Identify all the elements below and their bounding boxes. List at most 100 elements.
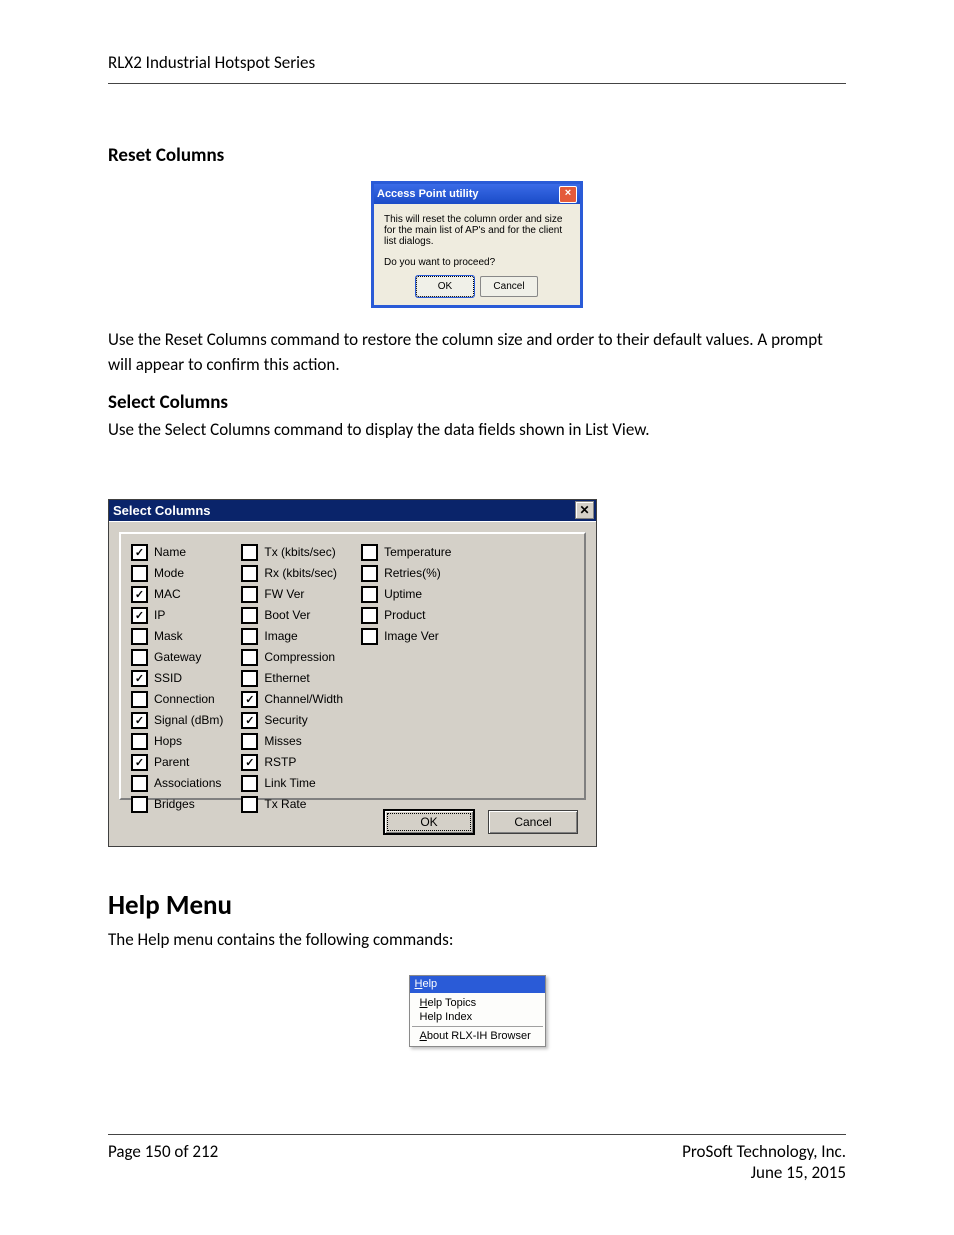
checkbox-compression[interactable]: Compression xyxy=(241,649,343,666)
checkbox-icon[interactable]: ✓ xyxy=(131,544,148,561)
checkbox-gateway[interactable]: Gateway xyxy=(131,649,223,666)
checkbox-tx-rate[interactable]: Tx Rate xyxy=(241,796,343,813)
checkbox-icon[interactable] xyxy=(241,796,258,813)
footer-company: ProSoft Technology, Inc. xyxy=(682,1141,846,1162)
checkbox-ip[interactable]: ✓ IP xyxy=(131,607,223,624)
checkbox-icon[interactable] xyxy=(131,775,148,792)
checkbox-icon[interactable]: ✓ xyxy=(131,754,148,771)
checkbox-temperature[interactable]: Temperature xyxy=(361,544,451,561)
ok-button[interactable]: OK xyxy=(416,276,474,297)
checkbox-hops[interactable]: Hops xyxy=(131,733,223,750)
footer-page: Page 150 of 212 xyxy=(108,1141,218,1183)
checkbox-tx-kbits-sec-[interactable]: Tx (kbits/sec) xyxy=(241,544,343,561)
checkbox-icon[interactable]: ✓ xyxy=(241,754,258,771)
checkbox-column-3: Temperature Retries(%) Uptime Product Image … xyxy=(361,544,451,776)
checkbox-icon[interactable] xyxy=(361,565,378,582)
menu-separator xyxy=(412,1026,543,1027)
help-menu-title[interactable]: Help xyxy=(410,976,545,993)
checkbox-retries-[interactable]: Retries(%) xyxy=(361,565,451,582)
checkbox-label: Image xyxy=(264,629,297,643)
cancel-button[interactable]: Cancel xyxy=(480,276,538,297)
checkbox-icon[interactable] xyxy=(241,544,258,561)
checkbox-label: Hops xyxy=(154,734,182,748)
checkbox-mode[interactable]: Mode xyxy=(131,565,223,582)
checkbox-product[interactable]: Product xyxy=(361,607,451,624)
checkbox-icon[interactable] xyxy=(361,607,378,624)
checkbox-label: Name xyxy=(154,545,186,559)
menu-item-help-topics[interactable]: Help Topics xyxy=(410,996,545,1010)
checkbox-label: FW Ver xyxy=(264,587,304,601)
checkbox-ssid[interactable]: ✓SSID xyxy=(131,670,223,687)
checkbox-label: Link Time xyxy=(264,776,315,790)
checkbox-icon[interactable] xyxy=(131,691,148,708)
checkbox-image[interactable]: Image xyxy=(241,628,343,645)
checkbox-icon[interactable] xyxy=(361,586,378,603)
checkbox-icon[interactable] xyxy=(241,649,258,666)
checkbox-channel-width[interactable]: ✓Channel/Width xyxy=(241,691,343,708)
checkbox-label: Signal (dBm) xyxy=(154,713,223,727)
checkbox-misses[interactable]: Misses xyxy=(241,733,343,750)
checkbox-label: Image Ver xyxy=(384,629,439,643)
checkbox-icon[interactable] xyxy=(241,565,258,582)
checkbox-icon[interactable] xyxy=(241,670,258,687)
footer-date: June 15, 2015 xyxy=(682,1162,846,1183)
close-icon[interactable]: ✕ xyxy=(575,501,594,519)
cancel-button[interactable]: Cancel xyxy=(488,810,578,834)
checkbox-rstp[interactable]: ✓ RSTP xyxy=(241,754,343,771)
checkbox-label: Temperature xyxy=(384,545,451,559)
close-icon[interactable]: × xyxy=(559,186,577,203)
checkbox-icon[interactable] xyxy=(131,733,148,750)
checkbox-icon[interactable]: ✓ xyxy=(131,607,148,624)
checkbox-ethernet[interactable]: Ethernet xyxy=(241,670,343,687)
checkbox-icon[interactable] xyxy=(241,628,258,645)
checkbox-connection[interactable]: Connection xyxy=(131,691,223,708)
body-text-select: Use the Select Columns command to displa… xyxy=(108,418,846,443)
checkbox-icon[interactable] xyxy=(361,628,378,645)
checkbox-label: Ethernet xyxy=(264,671,309,685)
checkbox-signal-dbm-[interactable]: ✓ Signal (dBm) xyxy=(131,712,223,729)
checkbox-label: Gateway xyxy=(154,650,201,664)
ok-button[interactable]: OK xyxy=(384,810,474,834)
checkbox-link-time[interactable]: Link Time xyxy=(241,775,343,792)
checkbox-label: IP xyxy=(154,608,165,622)
checkbox-icon[interactable] xyxy=(241,775,258,792)
checkbox-uptime[interactable]: Uptime xyxy=(361,586,451,603)
page-header: RLX2 Industrial Hotspot Series xyxy=(108,48,846,84)
checkbox-security[interactable]: ✓ Security xyxy=(241,712,343,729)
checkbox-label: Boot Ver xyxy=(264,608,310,622)
checkbox-icon[interactable] xyxy=(131,796,148,813)
heading-help-menu: Help Menu xyxy=(108,889,846,922)
checkbox-name[interactable]: ✓ Name xyxy=(131,544,223,561)
checkbox-label: Tx Rate xyxy=(264,797,306,811)
checkbox-icon[interactable]: ✓ xyxy=(131,712,148,729)
checkbox-mac[interactable]: ✓MAC xyxy=(131,586,223,603)
checkbox-icon[interactable] xyxy=(131,649,148,666)
checkbox-associations[interactable]: Associations xyxy=(131,775,223,792)
checkbox-label: Tx (kbits/sec) xyxy=(264,545,335,559)
checkbox-label: RSTP xyxy=(264,755,296,769)
checkbox-icon[interactable] xyxy=(131,628,148,645)
checkbox-icon[interactable]: ✓ xyxy=(241,712,258,729)
checkbox-boot-ver[interactable]: Boot Ver xyxy=(241,607,343,624)
checkbox-bridges[interactable]: Bridges xyxy=(131,796,223,813)
checkbox-icon[interactable] xyxy=(361,544,378,561)
checkbox-column-2: Tx (kbits/sec) Rx (kbits/sec) FW Ver Boot V… xyxy=(241,544,343,776)
checkbox-icon[interactable]: ✓ xyxy=(241,691,258,708)
checkbox-parent[interactable]: ✓ Parent xyxy=(131,754,223,771)
checkbox-icon[interactable] xyxy=(241,586,258,603)
checkbox-label: Parent xyxy=(154,755,189,769)
checkbox-rx-kbits-sec-[interactable]: Rx (kbits/sec) xyxy=(241,565,343,582)
checkbox-icon[interactable] xyxy=(131,565,148,582)
checkbox-label: Mode xyxy=(154,566,184,580)
checkbox-image-ver[interactable]: Image Ver xyxy=(361,628,451,645)
checkbox-icon[interactable]: ✓ xyxy=(131,670,148,687)
checkbox-label: Security xyxy=(264,713,307,727)
checkbox-mask[interactable]: Mask xyxy=(131,628,223,645)
checkbox-icon[interactable] xyxy=(241,733,258,750)
checkbox-icon[interactable]: ✓ xyxy=(131,586,148,603)
menu-item-about[interactable]: About RLX-IH Browser xyxy=(410,1029,545,1043)
menu-item-help-index[interactable]: Help Index xyxy=(410,1010,545,1024)
checkbox-fw-ver[interactable]: FW Ver xyxy=(241,586,343,603)
checkbox-label: Bridges xyxy=(154,797,195,811)
checkbox-icon[interactable] xyxy=(241,607,258,624)
